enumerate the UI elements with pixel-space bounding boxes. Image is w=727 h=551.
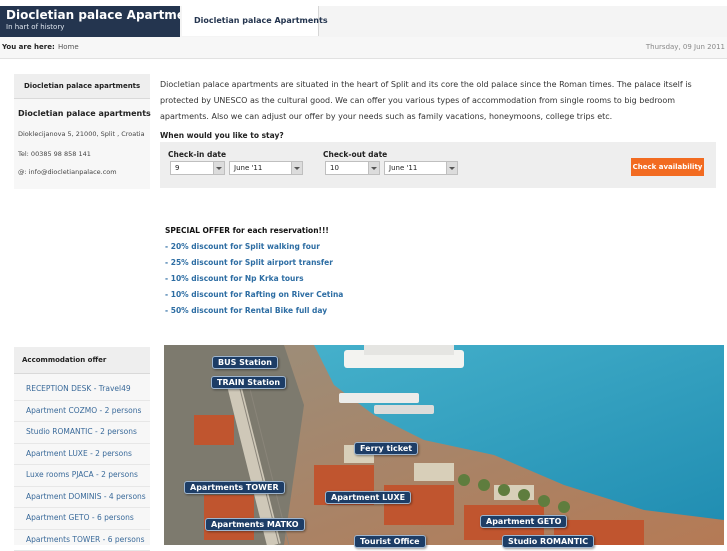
checkin-month-value: June '11 [234,164,262,172]
booking-question: When would you like to stay? [160,131,284,140]
checkin-month-select[interactable]: June '11 [229,161,303,175]
checkout-month-value: June '11 [389,164,417,172]
nav-tab-label[interactable]: Diocletian palace Apartments [194,16,328,25]
offer-item[interactable]: - 50% discount for Rental Bike full day [165,303,343,319]
accommodation-list: RECEPTION DESK - Travel49 Apartment COZM… [14,379,150,551]
offer-item[interactable]: - 25% discount for Split airport transfe… [165,255,343,271]
checkin-label: Check-in date [168,150,226,159]
contact-header: Diocletian palace apartments [14,74,150,99]
accommodation-link[interactable]: Apartment LUXE - 2 persons [14,444,150,466]
breadcrumb: You are here: Home Thursday, 09 Jun 2011 [0,37,727,59]
contact-phone: Tel: 00385 98 858 141 [18,150,91,158]
breadcrumb-label: You are here: [2,43,55,51]
map-label-bus-station[interactable]: BUS Station [212,356,278,369]
site-title[interactable]: Diocletian palace Apartments [6,8,206,22]
check-availability-button[interactable]: Check availability [631,158,704,176]
accommodation-link[interactable]: Studio ROMANTIC - 2 persons [14,422,150,444]
current-date: Thursday, 09 Jun 2011 [646,43,725,51]
accommodation-header-label: Accommodation offer [22,356,106,364]
accommodation-link[interactable]: Apartment DOMINIS - 4 persons [14,487,150,509]
offer-item[interactable]: - 20% discount for Split walking four [165,239,343,255]
chevron-down-icon [213,162,224,174]
accommodation-link[interactable]: Apartments TOWER - 6 persons [14,530,150,551]
site-logo[interactable]: Diocletian palace Apartments In hart of … [0,6,180,37]
contact-header-label: Diocletian palace apartments [24,82,140,90]
map-label-train-station[interactable]: TRAIN Station [211,376,286,389]
breadcrumb-home-link[interactable]: Home [58,43,79,51]
accommodation-link[interactable]: RECEPTION DESK - Travel49 [14,379,150,401]
top-nav: Diocletian palace Apartments [180,6,727,38]
checkout-day-value: 10 [330,164,339,172]
contact-box: Diocletian palace apartments Diocletian … [14,74,150,189]
checkout-day-select[interactable]: 10 [325,161,380,175]
accommodation-header: Accommodation offer [14,347,150,374]
checkin-day-select[interactable]: 9 [170,161,225,175]
accommodation-link[interactable]: Luxe rooms PJACA - 2 persons [14,465,150,487]
offers-title: SPECIAL OFFER for each reservation!!! [165,223,343,239]
contact-email[interactable]: @: info@diocletianpalace.com [18,168,117,176]
offer-item[interactable]: - 10% discount for Rafting on River Ceti… [165,287,343,303]
chevron-down-icon [291,162,302,174]
map-label-apartments-tower[interactable]: Apartments TOWER [184,481,285,494]
nav-tab-home[interactable]: Diocletian palace Apartments [182,6,319,36]
accommodation-link[interactable]: Apartment COZMO - 2 persons [14,401,150,423]
map-label-ferry-ticket[interactable]: Ferry ticket [354,442,418,455]
contact-name: Diocletian palace apartments [18,109,151,118]
chevron-down-icon [368,162,379,174]
accommodation-box: Accommodation offer RECEPTION DESK - Tra… [14,347,150,545]
checkin-day-value: 9 [175,164,179,172]
site-tagline: In hart of history [6,23,64,31]
aerial-photo [164,345,724,545]
checkout-month-select[interactable]: June '11 [384,161,458,175]
special-offers: SPECIAL OFFER for each reservation!!! - … [165,223,343,319]
map-label-studio-romantic[interactable]: Studio ROMANTIC [502,535,594,548]
offer-item[interactable]: - 10% discount for Np Krka tours [165,271,343,287]
aerial-map: BUS Station TRAIN Station Ferry ticket A… [164,345,724,545]
map-label-tourist-office[interactable]: Tourist Office [354,535,426,548]
header: Diocletian palace Apartments In hart of … [0,0,727,37]
map-label-apartment-geto[interactable]: Apartment GETO [480,515,567,528]
contact-address: Dioklecijanova 5, 21000, Split , Croatia [18,130,145,138]
accommodation-link[interactable]: Apartment GETO - 6 persons [14,508,150,530]
booking-form: Check-in date 9 June '11 Check-out date … [160,142,716,188]
chevron-down-icon [446,162,457,174]
map-label-apartment-luxe[interactable]: Apartment LUXE [325,491,411,504]
map-label-apartments-matko[interactable]: Apartments MATKO [205,518,305,531]
checkout-label: Check-out date [323,150,387,159]
intro-text: Diocletian palace apartments are situate… [160,77,720,125]
